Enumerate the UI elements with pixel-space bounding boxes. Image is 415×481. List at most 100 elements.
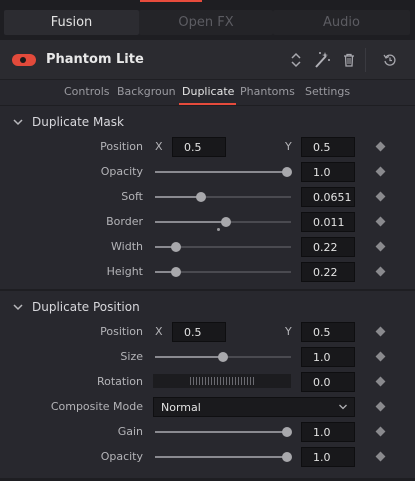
slider-fill bbox=[155, 171, 287, 173]
param-label: Soft bbox=[121, 190, 143, 203]
default-value-marker bbox=[217, 228, 220, 231]
subtab-duplicate[interactable]: Duplicate bbox=[182, 85, 234, 98]
soft-slider[interactable] bbox=[155, 192, 291, 202]
slider-thumb[interactable] bbox=[171, 267, 181, 277]
tab-fusion[interactable]: Fusion bbox=[4, 10, 139, 35]
slider-thumb[interactable] bbox=[218, 352, 228, 362]
dial-tick bbox=[253, 377, 254, 385]
dial-tick bbox=[229, 377, 230, 385]
keyframe-diamond-icon[interactable] bbox=[375, 326, 386, 337]
size-field[interactable]: 1.0 bbox=[301, 347, 355, 367]
keyframe-diamond-icon[interactable] bbox=[375, 451, 386, 462]
keyframe-diamond-icon[interactable] bbox=[375, 426, 386, 437]
rotation-dial[interactable] bbox=[153, 374, 291, 388]
page-tab-bar: Fusion Open FX Audio bbox=[0, 0, 415, 40]
trash-icon[interactable] bbox=[339, 50, 359, 70]
subtab-phantoms[interactable]: Phantoms bbox=[240, 85, 295, 98]
section-duplicate-mask[interactable]: Duplicate Mask bbox=[0, 110, 415, 134]
tool-enable-toggle[interactable] bbox=[12, 54, 36, 66]
keyframe-diamond-icon[interactable] bbox=[375, 266, 386, 277]
keyframe-diamond-icon[interactable] bbox=[375, 191, 386, 202]
param-label: Size bbox=[120, 350, 143, 363]
slider-thumb[interactable] bbox=[196, 192, 206, 202]
dial-tick bbox=[205, 377, 206, 385]
keyframe-diamond-icon[interactable] bbox=[375, 351, 386, 362]
tab-audio[interactable]: Audio bbox=[273, 10, 410, 35]
position-y-field[interactable]: 0.5 bbox=[301, 322, 355, 342]
section-divider bbox=[0, 289, 415, 291]
opacity-field[interactable]: 1.0 bbox=[301, 447, 355, 467]
section-title: Duplicate Mask bbox=[32, 115, 124, 129]
active-indicator bbox=[140, 0, 202, 2]
mask-soft-row: Soft 0.0651 bbox=[0, 185, 415, 210]
keyframe-diamond-icon[interactable] bbox=[375, 401, 386, 412]
dial-tick bbox=[238, 377, 239, 385]
gain-slider[interactable] bbox=[155, 427, 292, 437]
slider-thumb[interactable] bbox=[221, 217, 231, 227]
keyframe-diamond-icon[interactable] bbox=[375, 241, 386, 252]
gain-field[interactable]: 1.0 bbox=[301, 422, 355, 442]
opacity-field[interactable]: 1.0 bbox=[301, 162, 355, 182]
section-duplicate-position[interactable]: Duplicate Position bbox=[0, 295, 415, 319]
slider-fill bbox=[155, 431, 287, 433]
up-down-arrows-icon[interactable] bbox=[286, 50, 306, 70]
tool-header: Phantom Lite bbox=[0, 40, 415, 80]
reset-icon[interactable] bbox=[380, 50, 400, 70]
width-slider[interactable] bbox=[155, 242, 291, 252]
param-label: Border bbox=[106, 215, 143, 228]
inspector-subtabs: Controls Background Duplicate Phantoms S… bbox=[0, 80, 415, 106]
position-x-field[interactable]: 0.5 bbox=[172, 137, 226, 157]
chevron-down-icon bbox=[13, 304, 23, 311]
slider-thumb[interactable] bbox=[282, 167, 292, 177]
param-label: Gain bbox=[117, 425, 143, 438]
position-x-field[interactable]: 0.5 bbox=[172, 322, 226, 342]
dial-tick bbox=[244, 377, 245, 385]
param-label: Width bbox=[111, 240, 143, 253]
tab-open-fx[interactable]: Open FX bbox=[139, 10, 273, 35]
dial-tick bbox=[232, 377, 233, 385]
section-title: Duplicate Position bbox=[32, 300, 140, 314]
border-slider[interactable] bbox=[155, 217, 291, 231]
position-y-field[interactable]: 0.5 bbox=[301, 137, 355, 157]
dial-tick bbox=[214, 377, 215, 385]
subtab-settings[interactable]: Settings bbox=[305, 85, 350, 98]
keyframe-diamond-icon[interactable] bbox=[375, 376, 386, 387]
height-slider[interactable] bbox=[155, 267, 291, 277]
keyframe-diamond-icon[interactable] bbox=[375, 216, 386, 227]
slider-fill bbox=[155, 456, 287, 458]
subtab-controls[interactable]: Controls bbox=[64, 85, 110, 98]
magic-wand-icon[interactable] bbox=[312, 50, 332, 70]
dial-tick bbox=[208, 377, 209, 385]
param-label: Opacity bbox=[100, 450, 143, 463]
border-field[interactable]: 0.011 bbox=[301, 212, 355, 232]
slider-thumb[interactable] bbox=[282, 427, 292, 437]
dial-tick bbox=[199, 377, 200, 385]
dial-tick bbox=[202, 377, 203, 385]
opacity-slider[interactable] bbox=[155, 452, 292, 462]
rotation-field[interactable]: 0.0 bbox=[301, 372, 355, 392]
keyframe-diamond-icon[interactable] bbox=[375, 166, 386, 177]
toggle-knob bbox=[20, 57, 26, 63]
keyframe-diamond-icon[interactable] bbox=[375, 141, 386, 152]
x-axis-label: X bbox=[155, 325, 163, 338]
subtab-background[interactable]: Background bbox=[117, 85, 176, 98]
dial-tick bbox=[247, 377, 248, 385]
soft-field[interactable]: 0.0651 bbox=[301, 187, 355, 207]
dial-tick bbox=[250, 377, 251, 385]
header-separator bbox=[365, 48, 366, 72]
param-label: Position bbox=[100, 140, 143, 153]
chevron-down-icon bbox=[339, 404, 347, 410]
size-slider[interactable] bbox=[155, 352, 291, 362]
select-value: Normal bbox=[161, 400, 201, 414]
slider-thumb[interactable] bbox=[282, 452, 292, 462]
slider-thumb[interactable] bbox=[171, 242, 181, 252]
opacity-slider[interactable] bbox=[155, 167, 292, 177]
width-field[interactable]: 0.22 bbox=[301, 237, 355, 257]
param-label: Height bbox=[106, 265, 143, 278]
dial-tick bbox=[196, 377, 197, 385]
slider-fill bbox=[155, 196, 201, 198]
dial-tick bbox=[193, 377, 194, 385]
composite-mode-select[interactable]: Normal bbox=[153, 397, 355, 417]
height-field[interactable]: 0.22 bbox=[301, 262, 355, 282]
x-axis-label: X bbox=[155, 140, 163, 153]
